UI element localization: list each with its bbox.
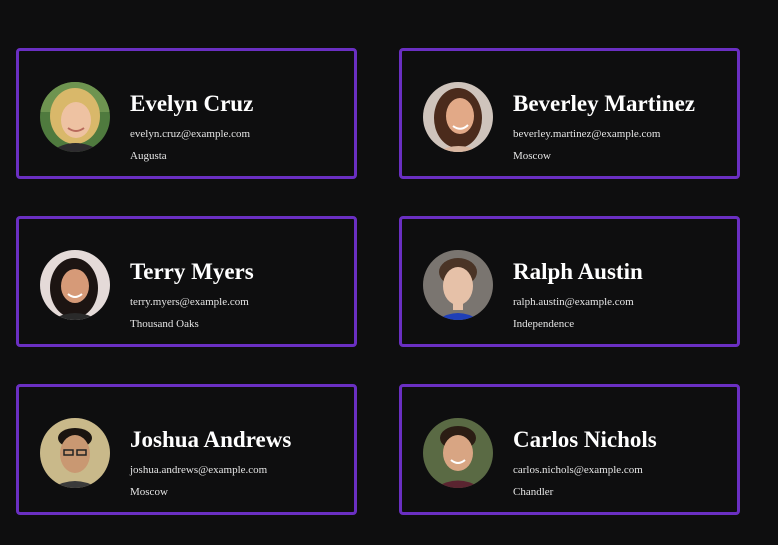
user-card-grid: Evelyn Cruz evelyn.cruz@example.com Augu… xyxy=(0,0,778,545)
user-email: beverley.martinez@example.com xyxy=(513,128,661,140)
user-email: joshua.andrews@example.com xyxy=(130,464,268,476)
user-email: ralph.austin@example.com xyxy=(513,296,634,308)
user-name: Terry Myers xyxy=(130,259,254,284)
user-name: Joshua Andrews xyxy=(130,427,292,452)
user-name: Evelyn Cruz xyxy=(130,91,254,116)
user-city: Moscow xyxy=(513,150,551,162)
avatar xyxy=(40,82,110,152)
user-email: evelyn.cruz@example.com xyxy=(130,128,251,140)
user-email: carlos.nichols@example.com xyxy=(513,464,643,476)
user-card[interactable]: Joshua Andrews joshua.andrews@example.co… xyxy=(16,384,357,515)
user-city: Thousand Oaks xyxy=(130,318,199,330)
user-name: Beverley Martinez xyxy=(513,91,695,116)
avatar xyxy=(40,418,110,488)
user-name: Carlos Nichols xyxy=(513,427,657,452)
user-card[interactable]: Beverley Martinez beverley.martinez@exam… xyxy=(399,48,740,179)
user-name: Ralph Austin xyxy=(513,259,643,284)
user-card[interactable]: Carlos Nichols carlos.nichols@example.co… xyxy=(399,384,740,515)
avatar xyxy=(423,418,493,488)
user-card[interactable]: Evelyn Cruz evelyn.cruz@example.com Augu… xyxy=(16,48,357,179)
avatar xyxy=(423,82,493,152)
user-city: Augusta xyxy=(130,150,167,162)
avatar xyxy=(423,250,493,320)
user-email: terry.myers@example.com xyxy=(130,296,249,308)
user-city: Chandler xyxy=(513,486,554,498)
user-city: Moscow xyxy=(130,486,168,498)
user-city: Independence xyxy=(513,318,575,330)
user-card[interactable]: Ralph Austin ralph.austin@example.com In… xyxy=(399,216,740,347)
avatar xyxy=(40,250,110,320)
user-card[interactable]: Terry Myers terry.myers@example.com Thou… xyxy=(16,216,357,347)
